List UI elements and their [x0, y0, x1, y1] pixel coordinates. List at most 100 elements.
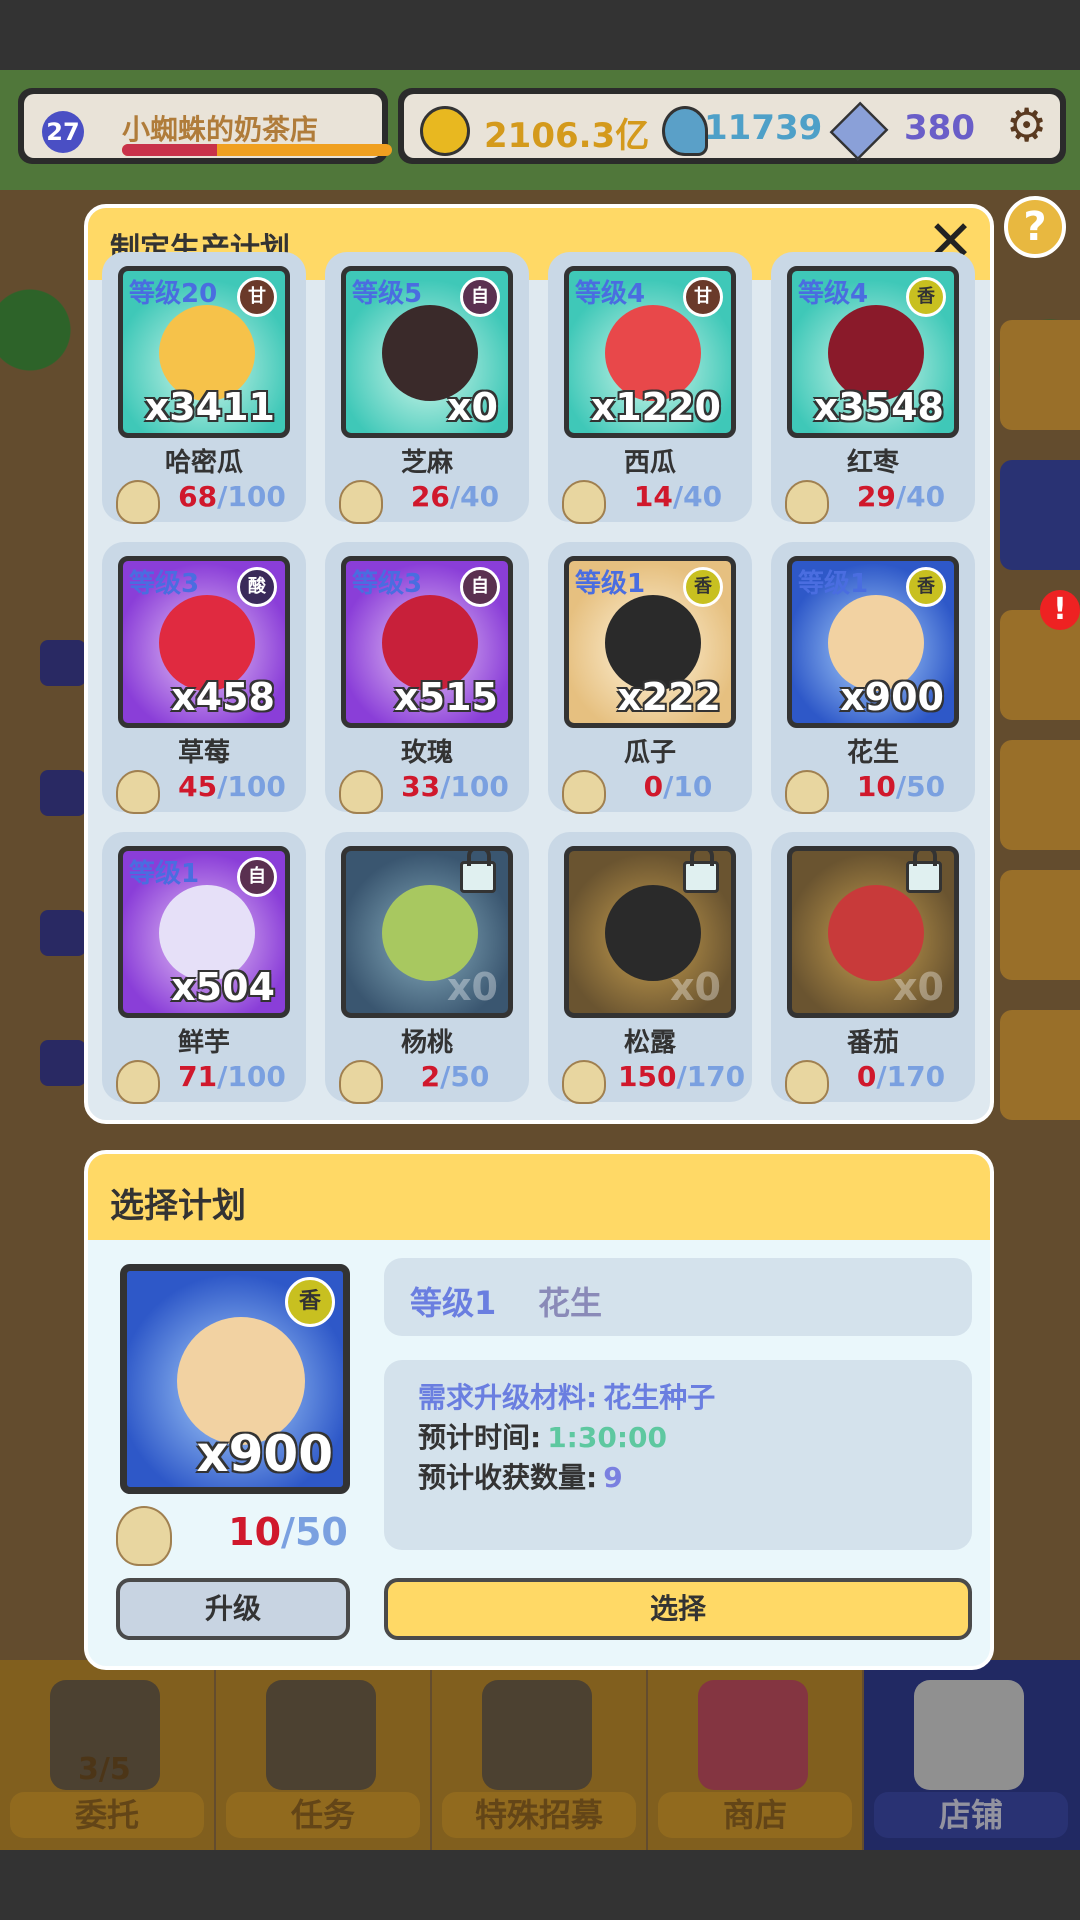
- ingredient-count: x222: [617, 675, 721, 719]
- ingredient-count: x504: [171, 965, 275, 1009]
- item-image: 香 x900: [120, 1264, 350, 1494]
- plan-item-name: 花生: [538, 1284, 603, 1322]
- coin-icon[interactable]: [420, 106, 470, 156]
- ingredient-card[interactable]: 等级1 香 x222 瓜子 0/10: [548, 542, 752, 814]
- flavor-tag: 香: [906, 277, 946, 317]
- plan-level-name: 等级1 花生: [384, 1258, 972, 1336]
- ingredient-name: 鲜芋: [177, 1028, 230, 1058]
- ingredient-level: 等级3: [352, 569, 423, 599]
- seed-bag-icon: [785, 1060, 829, 1104]
- gear-icon[interactable]: ⚙: [1006, 102, 1047, 148]
- ingredient-level: 等级5: [352, 279, 423, 309]
- ingredient-card[interactable]: 等级1 香 x900 花生 10/50: [771, 542, 975, 814]
- ingredient-name: 草莓: [177, 738, 230, 768]
- ingredient-image: x0: [787, 846, 959, 1018]
- alert-badge: !: [1040, 590, 1080, 630]
- seed-bag-icon: [339, 1060, 383, 1104]
- seed-progress: 2/50: [420, 1060, 490, 1093]
- lock-icon: [906, 851, 942, 893]
- item-count: x900: [196, 1425, 333, 1483]
- seed-bag-icon: [785, 770, 829, 814]
- ingredient-level: 等级4: [798, 279, 869, 309]
- shop-info[interactable]: 27 小蜘蛛的奶茶店: [18, 88, 392, 164]
- flavor-tag: 甘: [237, 277, 277, 317]
- seed-progress: 33/100: [401, 770, 509, 803]
- ingredient-image: 等级1 香 x900: [787, 556, 959, 728]
- upgrade-button[interactable]: 升级: [116, 1578, 350, 1640]
- seed-progress: 26/40: [410, 480, 500, 513]
- ingredient-card[interactable]: x0 松露 150/170: [548, 832, 752, 1104]
- ingredient-grid: 等级20 甘 x3411 哈密瓜 68/100 等级5 自 x0 芝麻 26/40 等级4 甘 x122…: [102, 252, 980, 1116]
- flavor-tag: 香: [285, 1277, 335, 1327]
- ingredient-name: 哈密瓜: [164, 448, 243, 478]
- seed-bag-icon: [339, 480, 383, 524]
- gem-icon[interactable]: [662, 106, 708, 156]
- seed-bag-icon: [116, 770, 160, 814]
- flavor-tag: 甘: [683, 277, 723, 317]
- seed-progress: 10/50: [228, 1510, 348, 1554]
- ingredient-card[interactable]: 等级3 酸 x458 草莓 45/100: [102, 542, 306, 814]
- choose-plan-panel: 选择计划 香 x900 10/50 等级1 花生 需求升级材料: 花生种子 预计时…: [84, 1150, 994, 1670]
- ingredient-level: 等级1: [575, 569, 646, 599]
- ingredient-card[interactable]: x0 杨桃 2/50: [325, 832, 529, 1104]
- material-row: 需求升级材料: 花生种子: [418, 1381, 716, 1414]
- ingredient-card[interactable]: x0 番茄 0/170: [771, 832, 975, 1104]
- seed-bag-icon: [116, 1506, 172, 1566]
- flavor-tag: 酸: [237, 567, 277, 607]
- seed-bag-icon: [562, 480, 606, 524]
- ingredient-card[interactable]: 等级4 甘 x1220 西瓜 14/40: [548, 252, 752, 524]
- ingredient-image: x0: [564, 846, 736, 1018]
- help-icon[interactable]: ?: [1004, 196, 1066, 258]
- selected-item-tile: 香 x900: [120, 1264, 350, 1494]
- ingredient-card[interactable]: 等级1 自 x504 鲜芋 71/100: [102, 832, 306, 1104]
- ingredient-card[interactable]: 等级5 自 x0 芝麻 26/40: [325, 252, 529, 524]
- currency-bar: 2106.3亿 11739 380 ⚙: [398, 88, 1066, 164]
- ingredient-image: 等级1 自 x504: [118, 846, 290, 1018]
- ingredient-image: 等级20 甘 x3411: [118, 266, 290, 438]
- ingredient-image: 等级3 酸 x458: [118, 556, 290, 728]
- flavor-tag: 自: [460, 567, 500, 607]
- ingredient-count: x900: [840, 675, 944, 719]
- ingredient-count: x1220: [590, 385, 721, 429]
- plan-title: 选择计划: [110, 1186, 246, 1226]
- flavor-tag: 自: [237, 857, 277, 897]
- crystal-icon[interactable]: [829, 101, 889, 161]
- shop-name: 小蜘蛛的奶茶店: [122, 113, 319, 146]
- ingredient-name: 西瓜: [623, 448, 676, 478]
- plan-level: 等级1: [410, 1284, 497, 1322]
- xp-bar: [122, 144, 392, 156]
- ingredient-count: x0: [893, 965, 944, 1009]
- ingredient-image: 等级5 自 x0: [341, 266, 513, 438]
- system-nav-bar: [0, 1850, 1080, 1920]
- gem-amount: 11739: [704, 108, 823, 148]
- select-button[interactable]: 选择: [384, 1578, 972, 1640]
- plan-details: 需求升级材料: 花生种子 预计时间: 1:30:00 预计收获数量: 9: [384, 1360, 972, 1550]
- seed-progress: 10/50: [856, 770, 946, 803]
- ingredient-image: 等级1 香 x222: [564, 556, 736, 728]
- ingredient-count: x0: [670, 965, 721, 1009]
- status-bar: [0, 0, 1080, 70]
- seed-bag-icon: [562, 1060, 606, 1104]
- seed-progress: 71/100: [178, 1060, 286, 1093]
- seed-progress: 29/40: [856, 480, 946, 513]
- ingredient-image: 等级4 甘 x1220: [564, 266, 736, 438]
- flavor-tag: 自: [460, 277, 500, 317]
- flavor-tag: 香: [906, 567, 946, 607]
- seed-bag-icon: [339, 770, 383, 814]
- seed-bag-icon: [116, 480, 160, 524]
- lock-icon: [683, 851, 719, 893]
- crystal-amount: 380: [904, 108, 975, 148]
- seed-bag-icon: [785, 480, 829, 524]
- lock-icon: [460, 851, 496, 893]
- ingredient-level: 等级1: [129, 859, 200, 889]
- ingredient-level: 等级4: [575, 279, 646, 309]
- ingredient-count: x3411: [144, 385, 275, 429]
- ingredient-card[interactable]: 等级20 甘 x3411 哈密瓜 68/100: [102, 252, 306, 524]
- ingredient-name: 番茄: [846, 1028, 899, 1058]
- ingredient-name: 玫瑰: [400, 738, 453, 768]
- ingredient-level: 等级20: [129, 279, 218, 309]
- ingredient-card[interactable]: 等级4 香 x3548 红枣 29/40: [771, 252, 975, 524]
- ingredient-card[interactable]: 等级3 自 x515 玫瑰 33/100: [325, 542, 529, 814]
- ingredient-name: 芝麻: [400, 448, 453, 478]
- seed-bag-icon: [116, 1060, 160, 1104]
